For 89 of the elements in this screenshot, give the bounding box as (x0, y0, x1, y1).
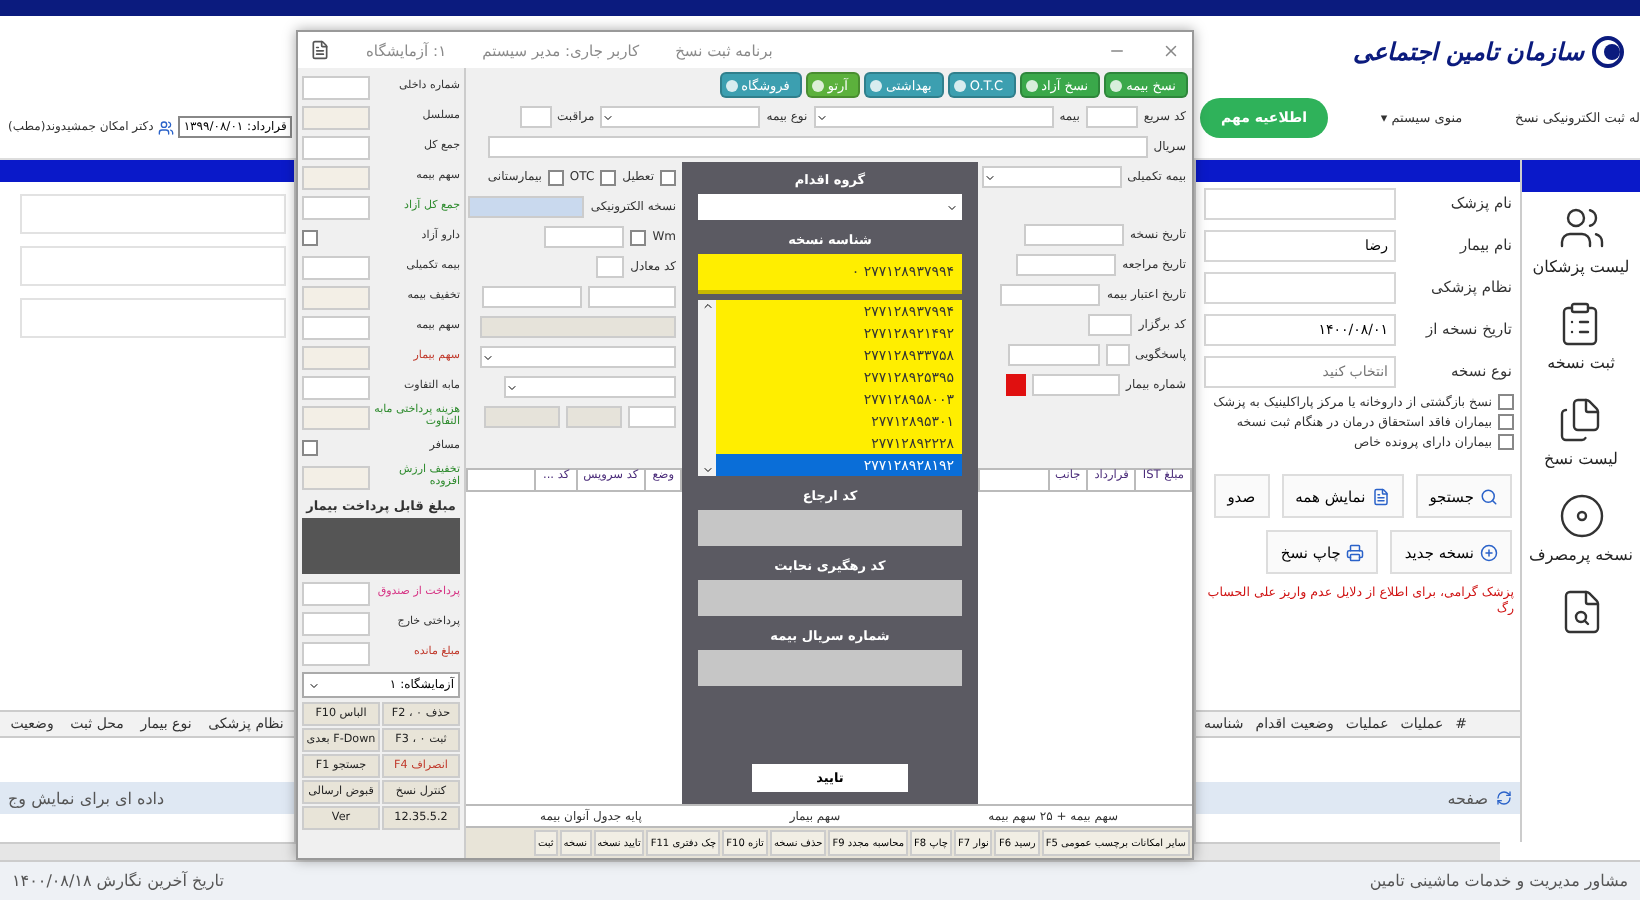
input-field[interactable] (1016, 254, 1117, 276)
page-label: صفحه (1447, 789, 1488, 807)
user-icon (157, 119, 174, 135)
plus-icon (1480, 543, 1498, 561)
dropdown[interactable] (480, 346, 676, 368)
input-field[interactable] (302, 345, 370, 369)
input-field[interactable] (484, 406, 560, 428)
input-field[interactable] (20, 246, 286, 286)
input-field[interactable] (1000, 284, 1101, 306)
sidebar-item[interactable]: لیست نسخ (1544, 384, 1618, 480)
dropdown[interactable] (600, 106, 761, 128)
input-field[interactable] (302, 375, 370, 399)
checkbox[interactable] (1498, 434, 1514, 450)
input-field[interactable] (480, 316, 676, 338)
input-field[interactable] (596, 256, 625, 278)
input-field[interactable] (519, 106, 551, 128)
input-field[interactable] (302, 165, 370, 189)
input-field[interactable] (302, 641, 370, 665)
disc-icon (1557, 492, 1605, 540)
last-update-text: تاریخ آخرین نگارش ۱۴۰۰/۰۸/۱۸ (12, 872, 224, 890)
scroll-up-icon[interactable] (701, 300, 713, 312)
input-field[interactable] (1024, 224, 1125, 246)
caret-icon (946, 201, 958, 213)
people-icon (1557, 204, 1605, 252)
input-field[interactable] (1105, 344, 1130, 366)
input-field[interactable] (1032, 374, 1121, 396)
input-field[interactable] (302, 611, 370, 635)
printer-icon (1346, 543, 1365, 561)
checkbox[interactable] (1498, 414, 1514, 430)
sidebar-item[interactable]: لیست پزشکان (1532, 192, 1630, 288)
input-field[interactable] (302, 135, 370, 159)
search-icon (1480, 487, 1498, 505)
input-field[interactable] (1085, 106, 1138, 128)
input-field[interactable] (588, 286, 676, 308)
input-field[interactable] (566, 406, 622, 428)
logo-icon (1592, 36, 1624, 68)
close-icon[interactable] (1162, 41, 1180, 59)
caret-icon (506, 381, 518, 393)
caret-icon (308, 679, 320, 691)
checkbox[interactable] (630, 229, 647, 245)
input-field[interactable] (1204, 271, 1396, 303)
empty-message: داده ای برای نمایش وج (8, 789, 165, 807)
app-icon (310, 40, 330, 60)
dropdown[interactable] (981, 166, 1122, 188)
checkbox[interactable] (302, 439, 318, 455)
input-field[interactable] (302, 465, 370, 489)
input-field[interactable] (1204, 187, 1396, 219)
caret-icon (602, 111, 615, 123)
input-field[interactable] (482, 286, 582, 308)
sidebar-item[interactable]: نسخه پرمصرف (1529, 480, 1633, 576)
refresh-icon[interactable] (1496, 790, 1512, 806)
caret-icon (983, 171, 996, 183)
input-field[interactable] (1088, 314, 1133, 336)
checkbox[interactable] (660, 169, 676, 185)
input-field[interactable] (698, 580, 962, 616)
checkbox[interactable] (600, 169, 617, 185)
company-text: مشاور مدیریت و خدمات ماشینی تامین (1369, 872, 1628, 890)
input-field[interactable] (302, 255, 370, 279)
org-logo-text: سازمان تامین اجتماعی (1353, 38, 1584, 66)
checkbox[interactable] (547, 169, 564, 185)
input-field[interactable] (302, 285, 370, 309)
input-field[interactable] (302, 581, 370, 605)
input-field[interactable] (544, 226, 625, 248)
input-field[interactable] (20, 194, 286, 234)
sidebar-header (1522, 160, 1640, 192)
input-field[interactable] (302, 105, 370, 129)
dropdown[interactable] (698, 194, 962, 220)
sidebar-item[interactable]: ثبت نسخه (1547, 288, 1615, 384)
input-field[interactable] (302, 405, 370, 429)
scroll-down-icon[interactable] (701, 464, 713, 476)
documents-icon (1556, 396, 1605, 444)
document-icon (1371, 487, 1390, 505)
input-field[interactable] (698, 650, 962, 686)
input-field[interactable] (698, 510, 962, 546)
input-field[interactable] (1007, 344, 1100, 366)
dropdown[interactable] (504, 376, 676, 398)
input-field[interactable] (302, 75, 370, 99)
checkbox[interactable] (302, 229, 318, 245)
caret-icon (482, 351, 494, 363)
input-field[interactable] (468, 196, 585, 218)
caret-icon (815, 111, 828, 123)
checkbox[interactable] (1498, 394, 1514, 410)
input-field[interactable] (20, 298, 286, 338)
input-field[interactable] (628, 406, 676, 428)
status-indicator (1006, 374, 1027, 396)
input-field[interactable] (302, 315, 370, 339)
input-field[interactable] (302, 195, 370, 219)
input-field[interactable] (487, 136, 1148, 158)
dropdown[interactable] (813, 106, 1054, 128)
